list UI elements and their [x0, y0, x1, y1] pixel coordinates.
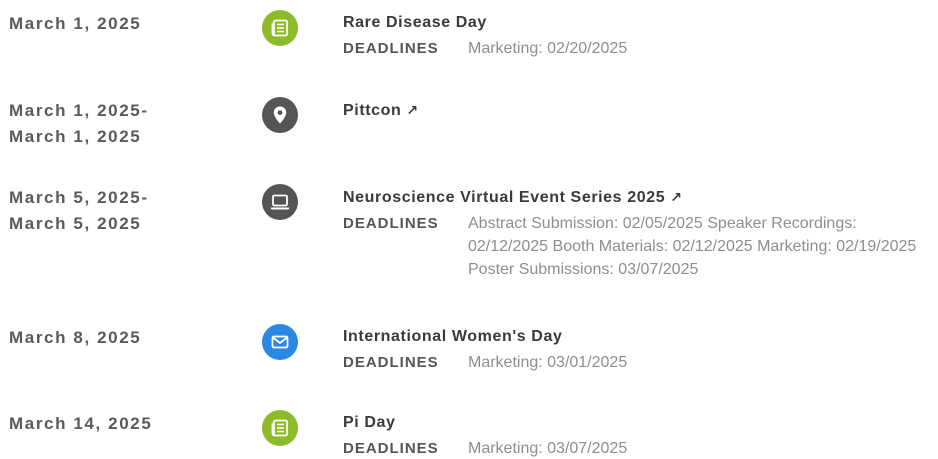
- event-date-line: March 5, 2025-: [9, 188, 149, 207]
- event-date-line: March 5, 2025: [9, 214, 142, 233]
- event-body: Pi Day DEADLINES Marketing: 03/07/2025: [343, 411, 938, 459]
- deadlines-text: Marketing: 02/20/2025: [468, 40, 628, 57]
- event-title-link[interactable]: International Women's Day: [343, 325, 562, 349]
- event-date: March 1, 2025: [9, 11, 229, 37]
- deadlines-label: DEADLINES: [343, 215, 439, 232]
- event-date-line: March 14, 2025: [9, 414, 153, 433]
- event-date: March 14, 2025: [9, 411, 229, 437]
- event-body: Pittcon ↗: [343, 98, 938, 123]
- external-link-icon: ↗: [406, 102, 419, 118]
- deadlines: DEADLINES Marketing: 03/07/2025: [343, 437, 938, 459]
- deadlines: DEADLINES Abstract Submission: 02/05/202…: [343, 212, 938, 281]
- event-title-link[interactable]: Rare Disease Day: [343, 11, 487, 35]
- event-title-text: International Women's Day: [343, 328, 563, 345]
- event-date-line: March 1, 2025-: [9, 101, 149, 120]
- newspaper-icon: [262, 10, 298, 46]
- event-title-link[interactable]: Pittcon ↗: [343, 98, 419, 123]
- event-date: March 8, 2025: [9, 325, 229, 351]
- newspaper-icon: [262, 410, 298, 446]
- event-title-text: Pittcon: [343, 102, 402, 119]
- deadlines-label: DEADLINES: [343, 354, 439, 371]
- event-date-line: March 1, 2025: [9, 127, 142, 146]
- laptop-icon: [262, 184, 298, 220]
- event-title-link[interactable]: Neuroscience Virtual Event Series 2025 ↗: [343, 185, 683, 210]
- deadlines-label: DEADLINES: [343, 40, 439, 57]
- deadlines-text: Marketing: 03/01/2025: [468, 354, 628, 371]
- deadlines: DEADLINES Marketing: 03/01/2025: [343, 351, 938, 374]
- external-link-icon: ↗: [670, 189, 683, 205]
- deadlines-label: DEADLINES: [343, 440, 439, 457]
- deadlines: DEADLINES Marketing: 02/20/2025: [343, 37, 938, 60]
- event-body: International Women's Day DEADLINES Mark…: [343, 325, 938, 374]
- event-body: Neuroscience Virtual Event Series 2025 ↗ …: [343, 185, 938, 281]
- event-title-text: Neuroscience Virtual Event Series 2025: [343, 189, 666, 206]
- event-title-text: Pi Day: [343, 414, 396, 431]
- envelope-icon: [262, 324, 298, 360]
- deadlines-text: Marketing: 03/07/2025: [468, 440, 628, 457]
- event-date: March 1, 2025- March 1, 2025: [9, 98, 229, 150]
- event-date-line: March 8, 2025: [9, 328, 142, 347]
- map-pin-icon: [262, 97, 298, 133]
- deadlines-text: Abstract Submission: 02/05/2025 Speaker …: [468, 215, 917, 278]
- event-date: March 5, 2025- March 5, 2025: [9, 185, 229, 237]
- event-body: Rare Disease Day DEADLINES Marketing: 02…: [343, 11, 938, 60]
- event-title-text: Rare Disease Day: [343, 14, 487, 31]
- event-date-line: March 1, 2025: [9, 14, 142, 33]
- event-title-link[interactable]: Pi Day: [343, 411, 396, 435]
